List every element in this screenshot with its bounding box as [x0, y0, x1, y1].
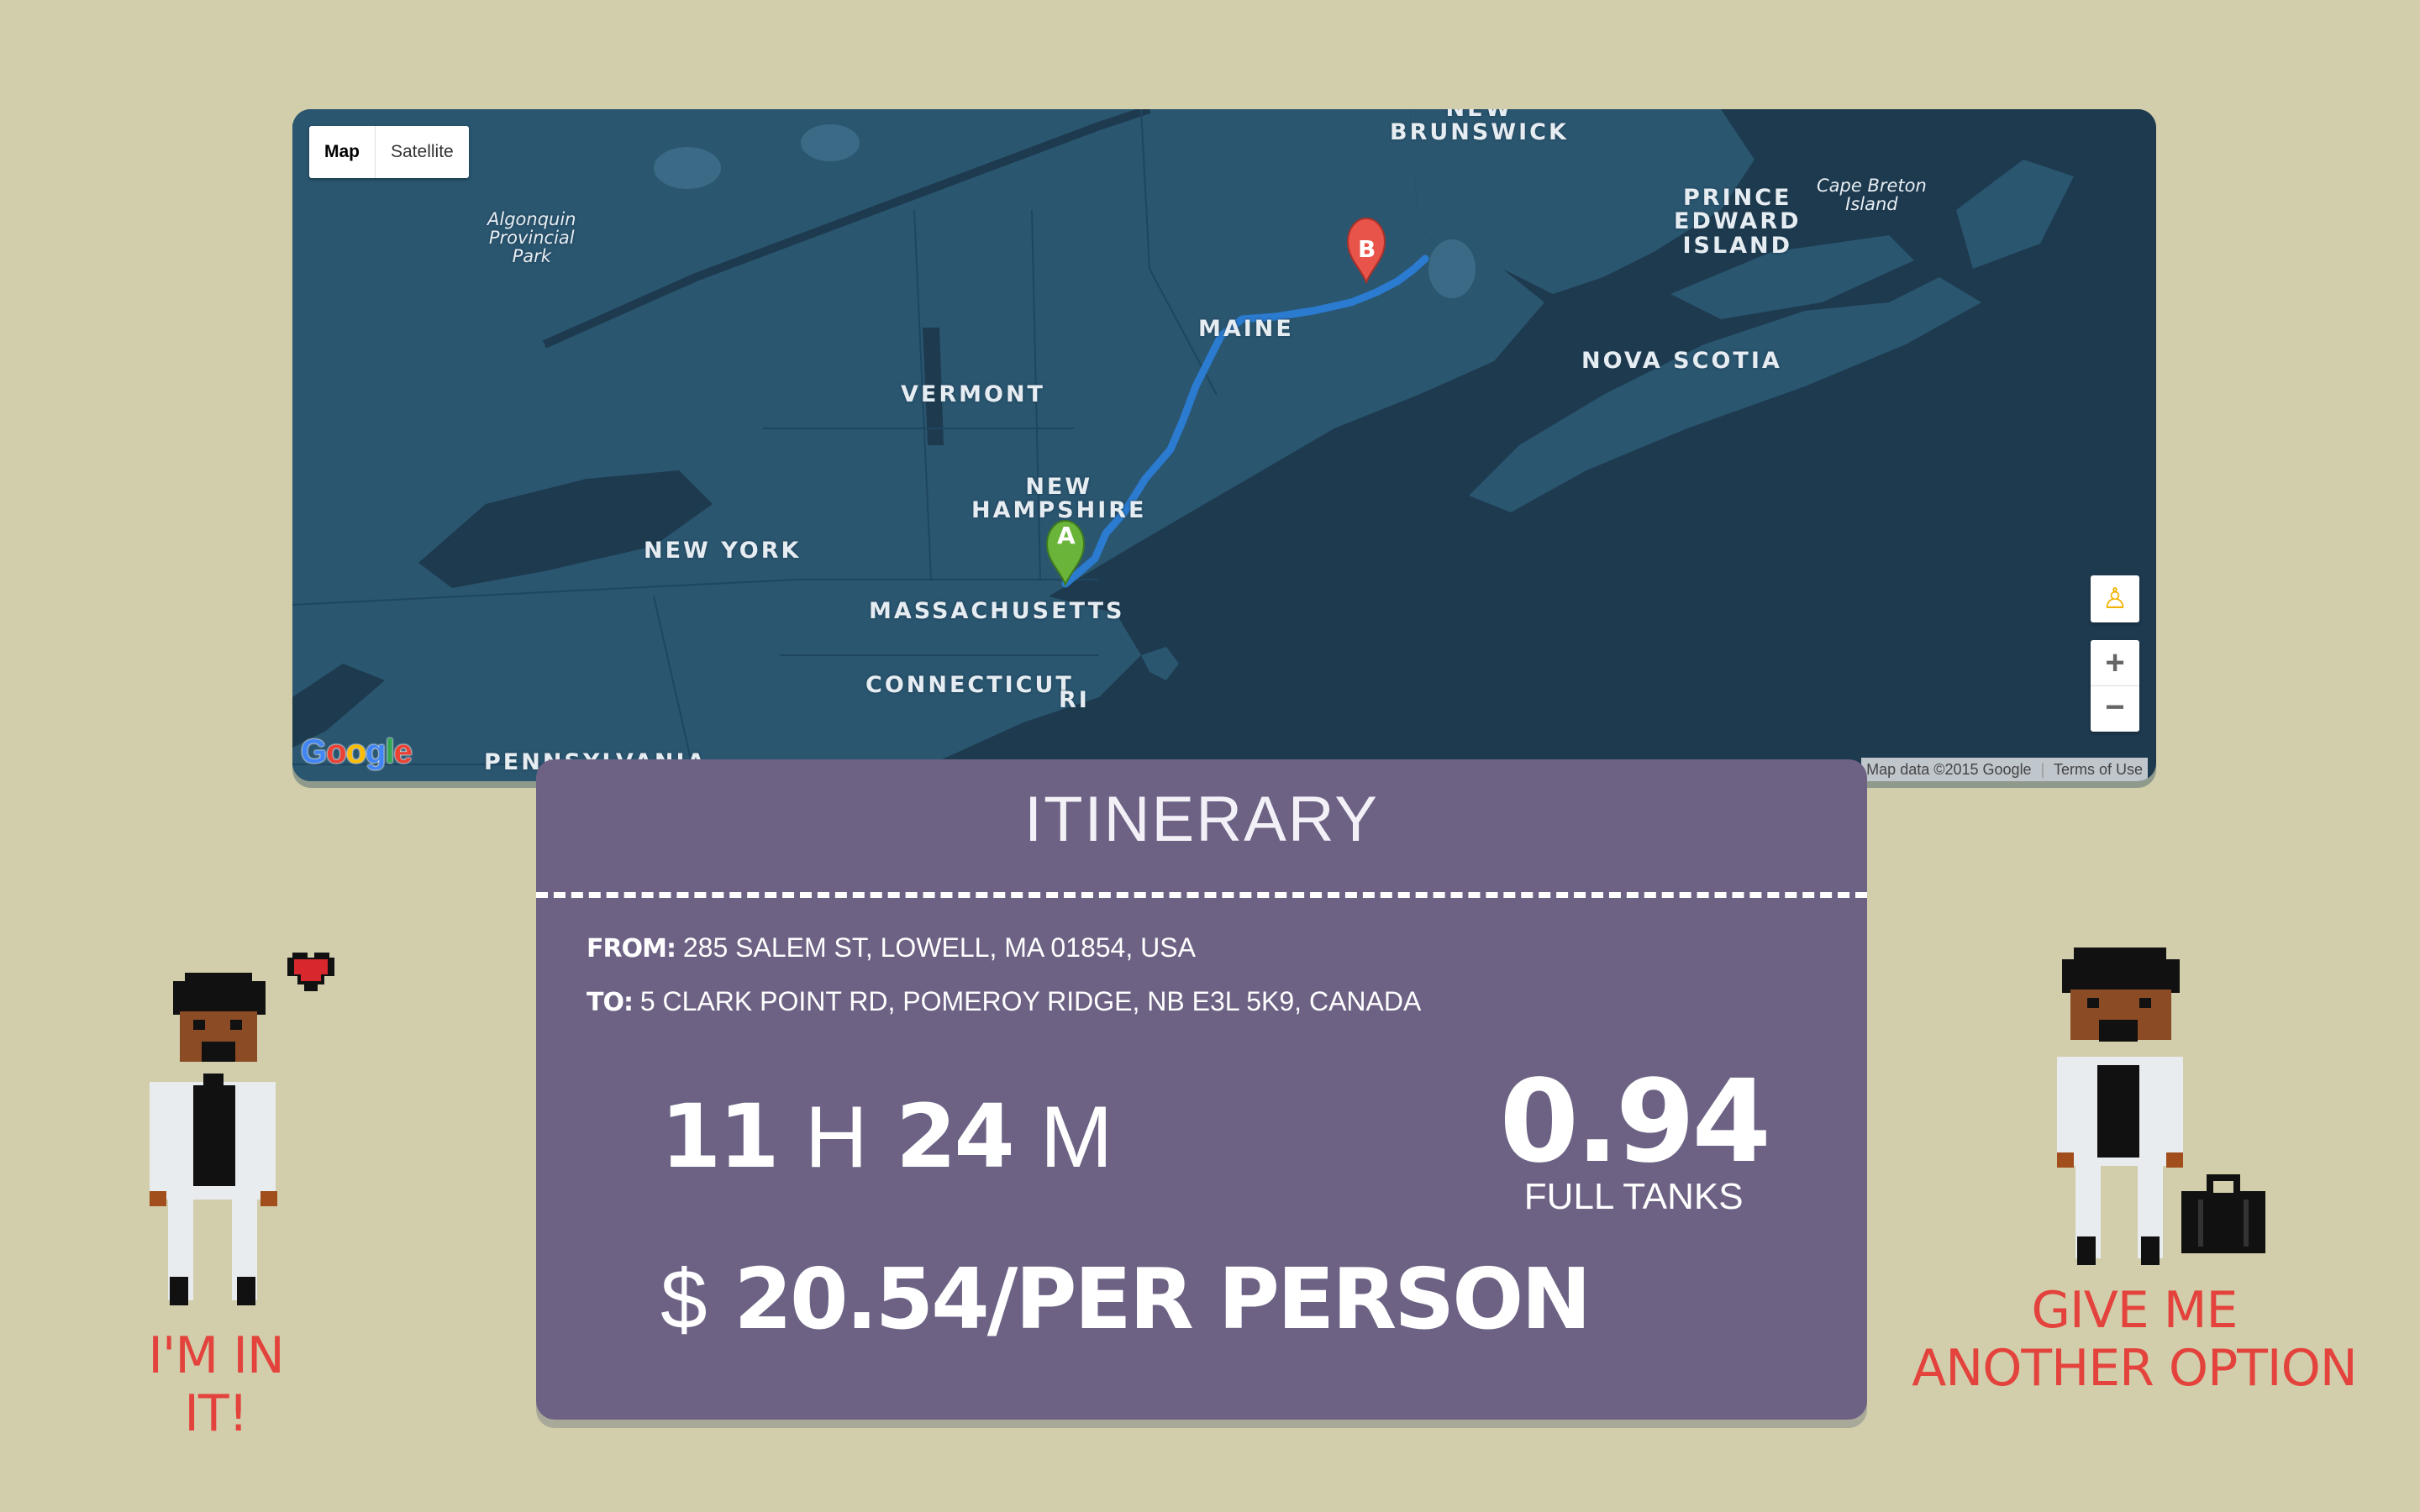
label-prince-edward-island: PRINCE EDWARD ISLAND: [1674, 185, 1802, 259]
marker-a-label: A: [1057, 522, 1076, 549]
heart-icon: [287, 953, 334, 991]
suitcase-icon: [2181, 1174, 2265, 1253]
another-option-line1: GIVE ME: [2031, 1281, 2238, 1340]
another-option-line2: ANOTHER OPTION: [1912, 1339, 2357, 1398]
to-row: TO: 5 CLARK POINT RD, POMEROY RIDGE, NB …: [587, 986, 1421, 1017]
map-type-satellite-button[interactable]: Satellite: [376, 126, 469, 178]
label-nova-scotia: NOVA SCOTIA: [1581, 348, 1782, 374]
fuel-tanks: 0.94 FULL TANKS: [1499, 1056, 1771, 1218]
duration-minutes: 24: [895, 1085, 1015, 1188]
currency-symbol: $: [660, 1252, 708, 1347]
label-massachusetts: MASSACHUSETTS: [869, 598, 1125, 624]
cost-per-person: $ 20.54/PER PERSON: [660, 1250, 1591, 1348]
map-attribution: Map data ©2015 Google | Terms of Use: [1861, 758, 2148, 781]
sad-character-icon[interactable]: [2057, 948, 2275, 1267]
label-algonquin: Algonquin Provincial Park: [487, 209, 576, 267]
to-address: 5 CLARK POINT RD, POMEROY RIDGE, NB E3L …: [639, 986, 1422, 1016]
accept-trip-button[interactable]: I'M IN IT!: [119, 1327, 313, 1443]
label-new-brunswick: NEW BRUNSWICK: [1390, 109, 1569, 146]
marker-b-label: B: [1358, 235, 1376, 263]
dashed-divider: [536, 892, 1867, 898]
duration-hours: 11: [660, 1085, 780, 1188]
zoom-out-button[interactable]: −: [2091, 686, 2139, 732]
itinerary-title: ITINERARY: [1023, 784, 1379, 855]
label-maine: MAINE: [1198, 316, 1294, 342]
to-label: TO:: [587, 988, 634, 1017]
map-data-attribution: Map data ©2015 Google: [1866, 761, 2032, 778]
google-logo[interactable]: Google: [301, 733, 413, 771]
map-type-control: Map Satellite: [309, 126, 469, 178]
tanks-label: FULL TANKS: [1523, 1176, 1744, 1217]
happy-character-icon[interactable]: [143, 948, 345, 1317]
itinerary-card: ITINERARY FROM: 285 SALEM ST, LOWELL, MA…: [536, 759, 1867, 1420]
label-vermont: VERMONT: [901, 381, 1045, 407]
cost-amount: 20.54/PER PERSON: [734, 1250, 1591, 1348]
label-cape-breton-island: Cape Breton Island: [1817, 176, 1927, 215]
trip-duration: 11 H 24 M: [660, 1085, 1113, 1188]
tanks-value: 0.94: [1499, 1056, 1771, 1189]
terms-of-use-link[interactable]: Terms of Use: [2054, 761, 2143, 778]
from-label: FROM:: [587, 934, 676, 963]
map-type-map-button[interactable]: Map: [309, 126, 376, 178]
route-map[interactable]: A B Map Satellite NEW BRUNSWICK PRINCE E…: [292, 109, 2156, 781]
another-option-button[interactable]: GIVE ME ANOTHER OPTION: [1907, 1282, 2361, 1398]
duration-minutes-unit: M: [1039, 1089, 1113, 1186]
label-new-hampshire: NEW HAMPSHIRE: [971, 474, 1147, 524]
duration-hours-unit: H: [804, 1089, 868, 1186]
label-new-york: NEW YORK: [644, 538, 802, 564]
from-row: FROM: 285 SALEM ST, LOWELL, MA 01854, US…: [587, 932, 1196, 963]
label-connecticut: CONNECTICUT: [865, 672, 1074, 698]
zoom-in-button[interactable]: +: [2091, 640, 2139, 686]
street-view-pegman-icon[interactable]: ♙: [2091, 575, 2139, 622]
from-address: 285 SALEM ST, LOWELL, MA 01854, USA: [682, 932, 1196, 963]
label-ri: RI: [1059, 687, 1090, 713]
